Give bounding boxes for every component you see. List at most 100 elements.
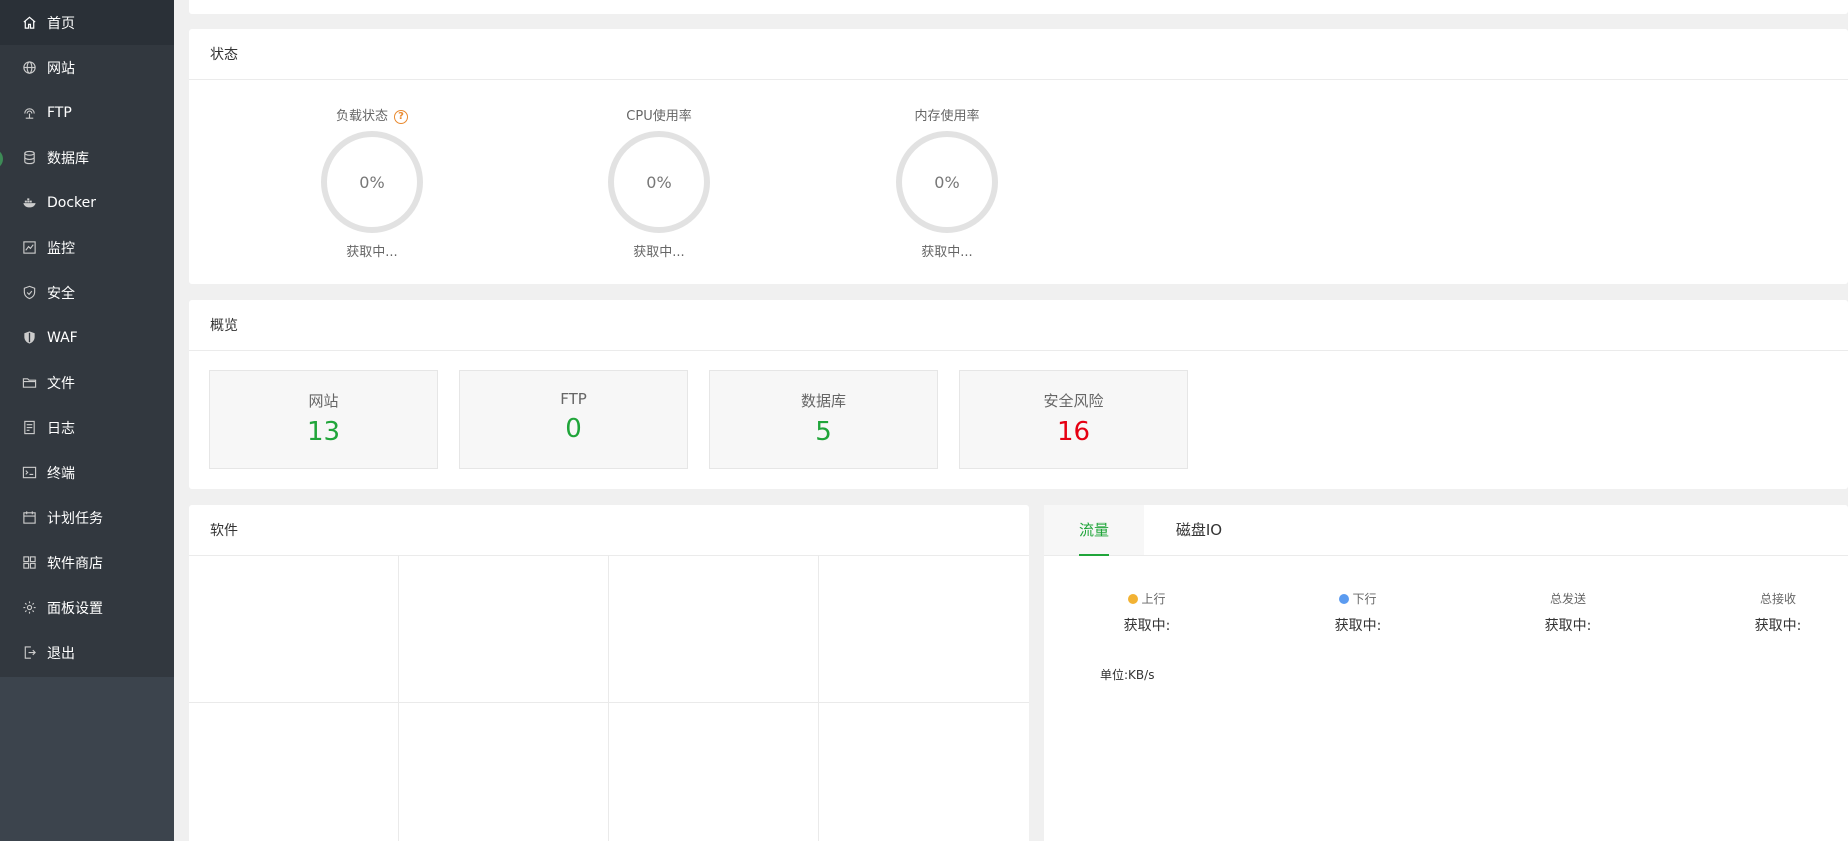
sidebar-item-store[interactable]: 软件商店 <box>0 540 174 585</box>
sidebar-item-files[interactable]: 文件 <box>0 360 174 405</box>
stat-download: 下行 获取中: <box>1298 590 1418 635</box>
status-title: 状态 <box>189 29 1848 80</box>
calendar-icon <box>21 510 37 526</box>
sidebar-item-label: 监控 <box>47 240 75 257</box>
stat-upload: 上行 获取中: <box>1087 590 1207 635</box>
sidebar-item-database[interactable]: 数据库 <box>0 135 174 180</box>
overview-label: 网站 <box>308 392 339 410</box>
sidebar-item-label: 首页 <box>47 15 75 32</box>
tab-traffic[interactable]: 流量 <box>1044 505 1144 556</box>
sidebar-item-terminal[interactable]: 终端 <box>0 450 174 495</box>
software-slot[interactable] <box>609 703 819 841</box>
traffic-unit: 单位:KB/s <box>1100 668 1155 682</box>
overview-value: 0 <box>565 414 582 444</box>
software-slot[interactable] <box>399 703 609 841</box>
stat-label: 总发送 <box>1549 592 1586 606</box>
sidebar: 首页 网站 FTP 数据库 Docker 监控 安全 WAF 文件 日志 终端 … <box>0 0 174 841</box>
overview-label: 安全风险 <box>1043 392 1104 410</box>
folder-icon <box>21 375 37 391</box>
sidebar-item-cron[interactable]: 计划任务 <box>0 495 174 540</box>
tab-disk-io[interactable]: 磁盘IO <box>1144 505 1254 555</box>
gauge-status: 获取中... <box>633 245 685 260</box>
gauge-status: 获取中... <box>921 245 973 260</box>
database-icon <box>21 150 37 166</box>
software-slot[interactable] <box>609 555 819 703</box>
sidebar-item-label: 退出 <box>47 645 75 662</box>
gauge-status: 获取中... <box>346 245 398 260</box>
store-icon <box>21 555 37 571</box>
status-card: 状态 负载状态 ? 0% 获取中... CPU使用率 0% 获取中... 内存使… <box>189 29 1848 284</box>
sidebar-item-waf[interactable]: WAF <box>0 315 174 360</box>
sidebar-item-label: 数据库 <box>47 150 89 167</box>
waf-icon <box>21 330 37 346</box>
stat-label: 下行 <box>1352 592 1377 606</box>
sidebar-item-label: 日志 <box>47 420 75 437</box>
sidebar-item-label: 计划任务 <box>47 510 103 527</box>
load-ring[interactable]: 0% <box>321 131 423 233</box>
memory-gauge: 内存使用率 0% 获取中... <box>892 107 1002 260</box>
sidebar-item-logs[interactable]: 日志 <box>0 405 174 450</box>
overview-title: 概览 <box>189 300 1848 351</box>
stat-value: 获取中: <box>1334 618 1382 634</box>
overview-card: 概览 网站 13 FTP 0 数据库 5 安全风险 16 <box>189 300 1848 489</box>
sidebar-item-logout[interactable]: 退出 <box>0 630 174 675</box>
stat-total-received: 总接收 获取中: <box>1718 590 1838 635</box>
sidebar-item-monitor[interactable]: 监控 <box>0 225 174 270</box>
software-slot[interactable] <box>819 703 1029 841</box>
sidebar-item-security[interactable]: 安全 <box>0 270 174 315</box>
software-slot[interactable] <box>189 703 399 841</box>
gear-icon <box>21 600 37 616</box>
software-slot[interactable] <box>399 555 609 703</box>
stat-total-sent: 总发送 获取中: <box>1508 590 1628 635</box>
docker-icon <box>21 195 37 211</box>
download-dot-icon <box>1339 593 1350 604</box>
shield-icon <box>21 285 37 301</box>
software-title: 软件 <box>189 505 1029 556</box>
sidebar-item-label: 文件 <box>47 375 75 392</box>
software-card: 软件 <box>189 505 1029 841</box>
help-icon[interactable]: ? <box>394 110 408 124</box>
sidebar-item-website[interactable]: 网站 <box>0 45 174 90</box>
stat-value: 获取中: <box>1544 618 1592 634</box>
overview-value: 16 <box>1056 417 1091 447</box>
cpu-ring[interactable]: 0% <box>608 131 710 233</box>
sidebar-item-label: Docker <box>47 194 97 211</box>
software-grid <box>189 555 1029 841</box>
sidebar-item-label: 软件商店 <box>47 555 103 572</box>
sidebar-item-label: 网站 <box>47 60 75 77</box>
traffic-tabs: 流量 磁盘IO <box>1044 505 1848 556</box>
software-slot[interactable] <box>819 555 1029 703</box>
sidebar-item-settings[interactable]: 面板设置 <box>0 585 174 630</box>
overview-database[interactable]: 数据库 5 <box>709 370 938 469</box>
overview-security-risk[interactable]: 安全风险 16 <box>959 370 1188 469</box>
sidebar-item-docker[interactable]: Docker <box>0 180 174 225</box>
overview-label: 数据库 <box>800 392 846 410</box>
log-icon <box>21 420 37 436</box>
overview-website[interactable]: 网站 13 <box>209 370 438 469</box>
sidebar-item-label: FTP <box>47 104 72 121</box>
sidebar-item-label: 终端 <box>47 465 75 482</box>
overview-value: 13 <box>306 417 341 447</box>
gauge-title: 内存使用率 <box>914 109 980 124</box>
sidebar-item-home[interactable]: 首页 <box>0 0 174 45</box>
load-gauge: 负载状态 ? 0% 获取中... <box>317 107 427 260</box>
monitor-icon <box>21 240 37 256</box>
stat-value: 获取中: <box>1754 618 1802 634</box>
globe-icon <box>21 60 37 76</box>
memory-ring[interactable]: 0% <box>896 131 998 233</box>
terminal-icon <box>21 465 37 481</box>
sidebar-item-ftp[interactable]: FTP <box>0 90 174 135</box>
home-icon <box>21 15 37 31</box>
stat-value: 获取中: <box>1123 618 1171 634</box>
gauge-title: 负载状态 <box>335 109 388 124</box>
traffic-card: 流量 磁盘IO 上行 获取中: 下行 获取中: 总发送 获取中: 总接收 获取中… <box>1044 505 1848 841</box>
gauge-title: CPU使用率 <box>626 109 692 124</box>
upload-dot-icon <box>1128 593 1139 604</box>
sidebar-item-label: WAF <box>47 329 78 346</box>
ftp-icon <box>21 105 37 121</box>
top-panel <box>189 0 1848 14</box>
stat-label: 上行 <box>1141 592 1166 606</box>
software-slot[interactable] <box>189 555 399 703</box>
sidebar-item-label: 面板设置 <box>47 600 103 617</box>
overview-ftp[interactable]: FTP 0 <box>459 370 688 469</box>
